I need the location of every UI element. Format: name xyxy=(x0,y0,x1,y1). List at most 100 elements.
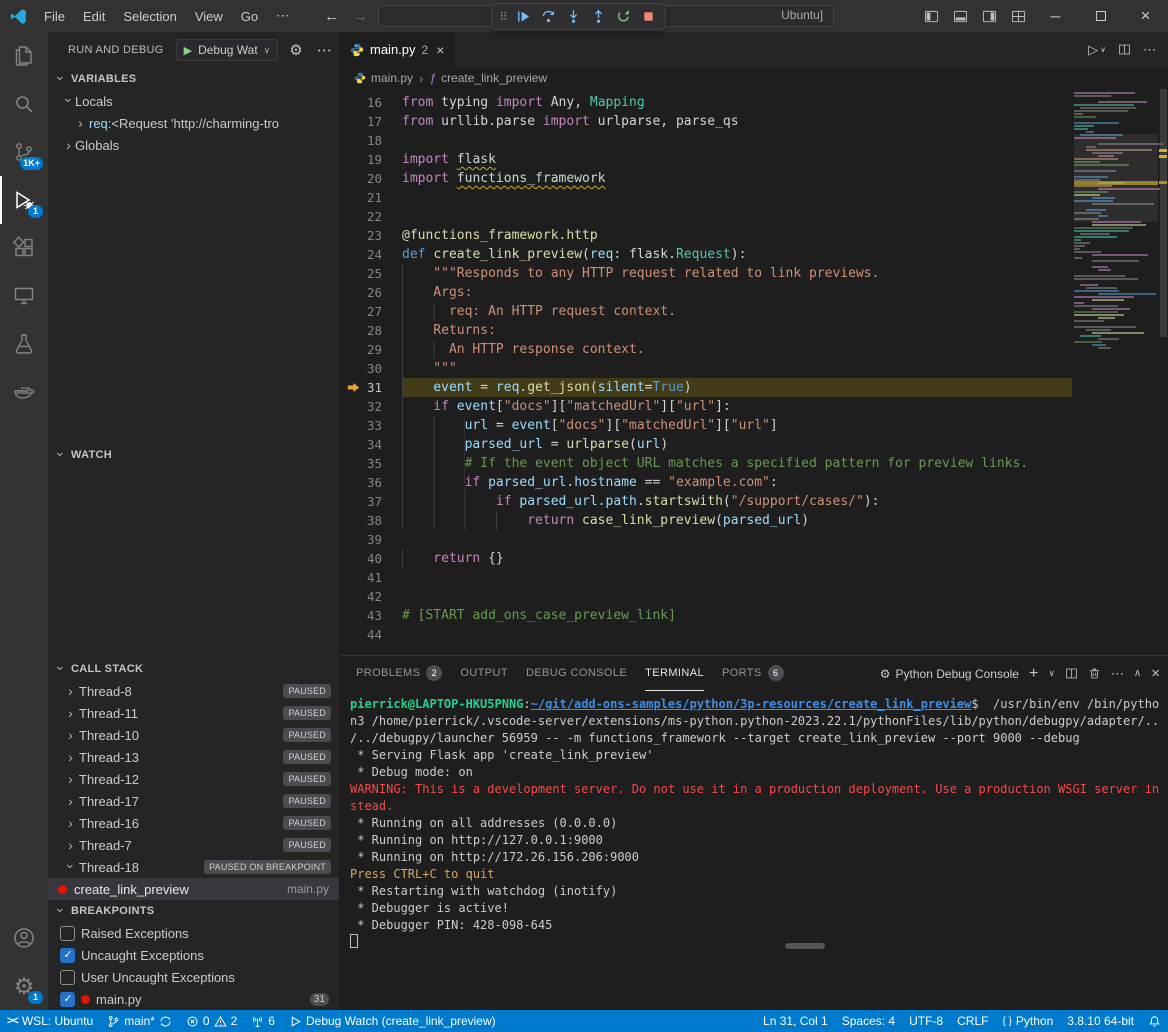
activity-search-icon[interactable] xyxy=(0,80,48,128)
breakpoint-row[interactable]: User Uncaught Exceptions xyxy=(48,966,339,988)
menu-file[interactable]: File xyxy=(35,0,74,32)
activity-containers-icon[interactable] xyxy=(0,368,48,416)
panel-tab-terminal[interactable]: TERMINAL xyxy=(645,656,704,691)
debug-restart-button[interactable] xyxy=(612,5,636,29)
nav-back-icon[interactable]: ← xyxy=(324,8,339,25)
sidebar-more-actions-icon[interactable]: ⋯ xyxy=(314,41,335,59)
watch-section-header[interactable]: › WATCH xyxy=(48,444,339,466)
debug-settings-gear-icon[interactable]: ⚙ xyxy=(286,41,305,59)
code-line[interactable]: 24def create_link_preview(req: flask.Req… xyxy=(340,245,1072,264)
terminal[interactable]: pierrick@LAPTOP-HKU5PNNG:~/git/add-ons-s… xyxy=(340,691,1168,1010)
panel-tab-problems[interactable]: PROBLEMS2 xyxy=(356,656,442,691)
python-interpreter[interactable]: 3.8.10 64-bit xyxy=(1060,1010,1141,1032)
breakpoint-row[interactable]: Uncaught Exceptions xyxy=(48,944,339,966)
call-stack-thread-row[interactable]: ›Thread-13PAUSED xyxy=(48,746,339,768)
tab-close-icon[interactable]: × xyxy=(436,42,444,58)
code-line[interactable]: 28Returns: xyxy=(340,321,1072,340)
remote-indicator[interactable]: >< WSL: Ubuntu xyxy=(0,1010,100,1032)
breakpoint-checkbox[interactable] xyxy=(60,926,75,941)
customize-layout-icon[interactable] xyxy=(1004,0,1033,32)
call-stack-thread-row[interactable]: ›Thread-11PAUSED xyxy=(48,702,339,724)
activity-extensions-icon[interactable] xyxy=(0,224,48,272)
encoding-indicator[interactable]: UTF-8 xyxy=(902,1010,950,1032)
code-line[interactable]: 23@functions_framework.http xyxy=(340,226,1072,245)
branch-indicator[interactable]: main* xyxy=(100,1010,179,1032)
language-mode[interactable]: { } Python xyxy=(995,1010,1060,1032)
split-editor-icon[interactable] xyxy=(1118,43,1131,56)
code-line[interactable]: 21 xyxy=(340,188,1072,207)
toggle-sidebar-icon[interactable] xyxy=(917,0,946,32)
editor-tab-main-py[interactable]: main.py 2 × xyxy=(340,32,455,67)
breakpoint-row[interactable]: main.py31 xyxy=(48,988,339,1010)
code-line[interactable]: 25"""Responds to any HTTP request relate… xyxy=(340,264,1072,283)
terminal-scrollbar[interactable] xyxy=(785,943,825,949)
ports-indicator[interactable]: 6 xyxy=(244,1010,282,1032)
cursor-position[interactable]: Ln 31, Col 1 xyxy=(756,1010,835,1032)
menu-go[interactable]: Go xyxy=(232,0,267,32)
activity-testing-icon[interactable] xyxy=(0,320,48,368)
toolbar-grip-icon[interactable]: ⠿ xyxy=(496,10,511,24)
code-line[interactable]: 27req: An HTTP request context. xyxy=(340,302,1072,321)
debug-continue-button[interactable] xyxy=(512,5,536,29)
call-stack-frame-row[interactable]: create_link_previewmain.py xyxy=(48,878,339,900)
active-terminal-item[interactable]: ⚙ Python Debug Console xyxy=(880,667,1019,681)
minimap[interactable] xyxy=(1074,89,1158,655)
scrollbar-thumb[interactable] xyxy=(1160,89,1167,337)
minimap-slider[interactable] xyxy=(1074,134,1158,222)
code-line[interactable]: 19import flask xyxy=(340,150,1072,169)
accounts-icon[interactable] xyxy=(0,914,48,962)
editor-scrollbar[interactable] xyxy=(1158,89,1168,655)
command-center[interactable]: Ubuntu] ⠿ xyxy=(378,5,834,27)
code-line[interactable]: 20import functions_framework xyxy=(340,169,1072,188)
maximize-button[interactable] xyxy=(1078,0,1123,32)
minimize-button[interactable]: ─ xyxy=(1033,0,1078,32)
split-terminal-icon[interactable] xyxy=(1065,667,1078,680)
code-line[interactable]: 30""" xyxy=(340,359,1072,378)
breadcrumb-file[interactable]: main.py xyxy=(354,71,413,85)
sync-icon[interactable] xyxy=(159,1015,172,1028)
panel-more-actions-icon[interactable]: ⋯ xyxy=(1111,666,1124,682)
code-line[interactable]: 43# [START add_ons_case_preview_link] xyxy=(340,606,1072,625)
toggle-panel-icon[interactable] xyxy=(946,0,975,32)
debug-step-out-button[interactable] xyxy=(587,5,611,29)
call-stack-thread-row[interactable]: ›Thread-8PAUSED xyxy=(48,680,339,702)
eol-indicator[interactable]: CRLF xyxy=(950,1010,995,1032)
panel-tab-output[interactable]: OUTPUT xyxy=(460,656,508,691)
editor-more-actions-icon[interactable]: ⋯ xyxy=(1143,42,1156,58)
code-line[interactable]: 38return case_link_preview(parsed_url) xyxy=(340,511,1072,530)
breakpoint-row[interactable]: Raised Exceptions xyxy=(48,922,339,944)
code-line[interactable]: 26Args: xyxy=(340,283,1072,302)
call-stack-thread-row[interactable]: ›Thread-7PAUSED xyxy=(48,834,339,856)
problems-indicator[interactable]: 0 2 xyxy=(179,1010,244,1032)
variables-row[interactable]: ›Locals xyxy=(48,90,339,112)
variables-row[interactable]: ›Globals xyxy=(48,134,339,156)
close-window-button[interactable]: × xyxy=(1123,0,1168,32)
activity-run-debug-icon[interactable]: 1 xyxy=(0,176,48,224)
code-line[interactable]: 37if parsed_url.path.startswith("/suppor… xyxy=(340,492,1072,511)
kill-terminal-icon[interactable] xyxy=(1088,667,1101,680)
menu-view[interactable]: View xyxy=(186,0,232,32)
variables-row[interactable]: ›req: <Request 'http://charming-tro xyxy=(48,112,339,134)
code-line[interactable]: 31event = req.get_json(silent=True) xyxy=(340,378,1072,397)
activity-source-control-icon[interactable]: 1K+ xyxy=(0,128,48,176)
code-line[interactable]: 29An HTTP response context. xyxy=(340,340,1072,359)
code-line[interactable]: 16from typing import Any, Mapping xyxy=(340,93,1072,112)
terminal-dropdown-icon[interactable]: ∨ xyxy=(1048,668,1055,679)
panel-tab-debug-console[interactable]: DEBUG CONSOLE xyxy=(526,656,627,691)
menu-overflow-icon[interactable]: ⋯ xyxy=(267,0,298,32)
activity-explorer-icon[interactable] xyxy=(0,32,48,80)
code-line[interactable]: 44 xyxy=(340,625,1072,644)
code-editor[interactable]: 16from typing import Any, Mapping17from … xyxy=(340,89,1168,655)
call-stack-thread-row[interactable]: ›Thread-16PAUSED xyxy=(48,812,339,834)
code-line[interactable]: 18 xyxy=(340,131,1072,150)
menu-selection[interactable]: Selection xyxy=(114,0,185,32)
code-line[interactable]: 34parsed_url = urlparse(url) xyxy=(340,435,1072,454)
code-line[interactable]: 39 xyxy=(340,530,1072,549)
code-line[interactable]: 22 xyxy=(340,207,1072,226)
start-debugging-icon[interactable]: ▶ xyxy=(184,44,192,57)
notifications-bell-icon[interactable] xyxy=(1141,1010,1168,1032)
debug-step-into-button[interactable] xyxy=(562,5,586,29)
maximize-panel-icon[interactable]: ∧ xyxy=(1134,668,1141,679)
code-line[interactable]: 40return {} xyxy=(340,549,1072,568)
call-stack-section-header[interactable]: › CALL STACK xyxy=(48,658,339,680)
